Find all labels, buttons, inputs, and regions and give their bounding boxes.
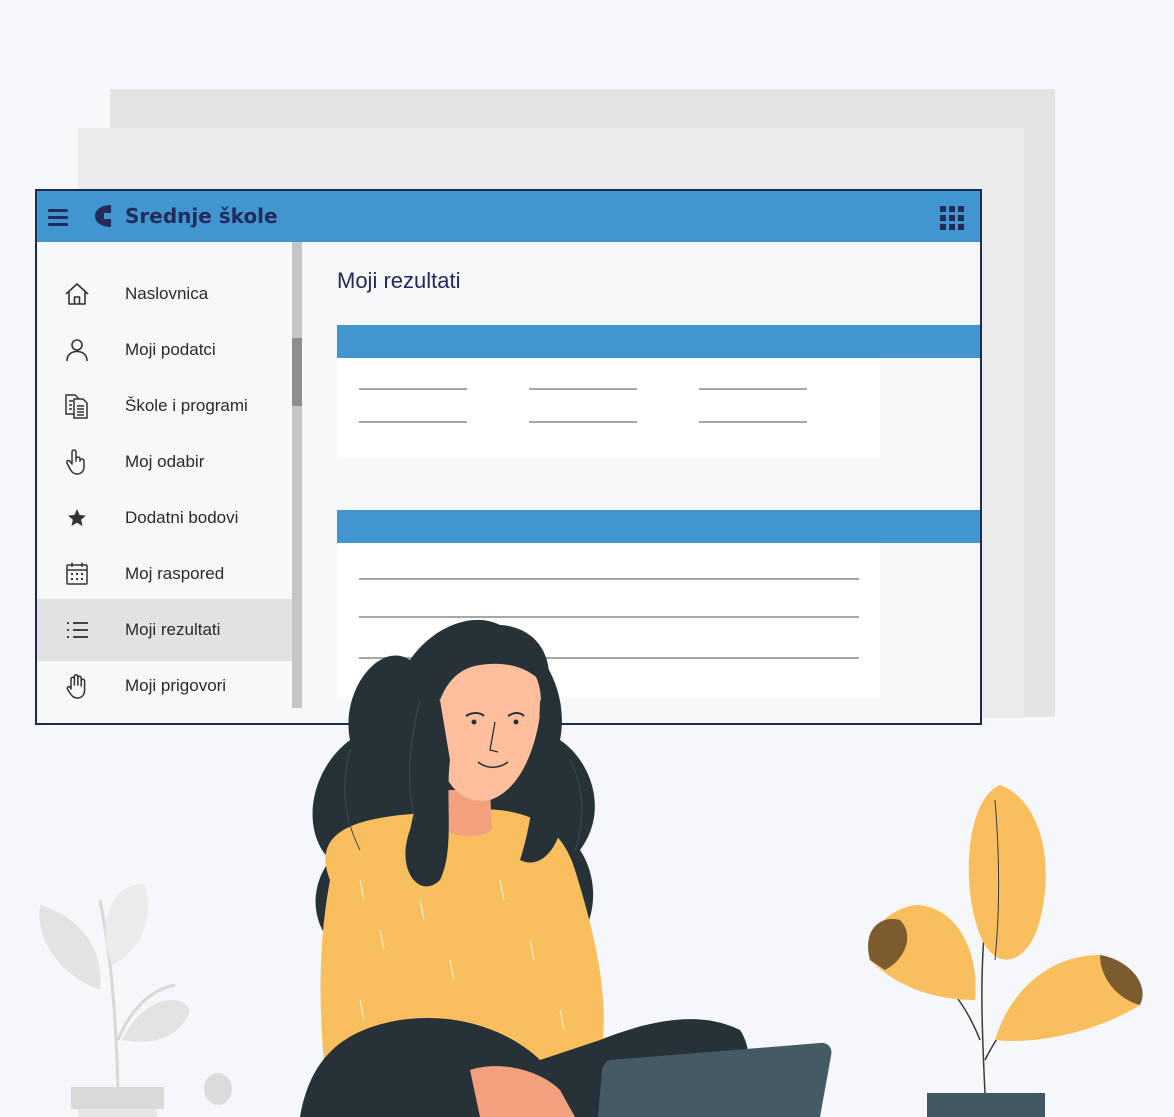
right-plant-illustration bbox=[868, 785, 1143, 1117]
left-plant-illustration bbox=[39, 884, 232, 1117]
decorative-illustration bbox=[39, 619, 1143, 1117]
woman-illustration bbox=[300, 619, 832, 1117]
